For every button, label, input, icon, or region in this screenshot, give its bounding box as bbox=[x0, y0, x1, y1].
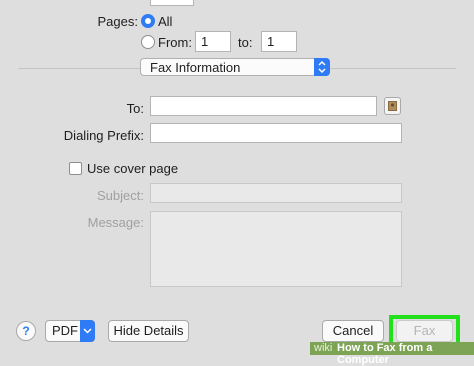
section-popup[interactable]: Fax Information bbox=[140, 58, 330, 76]
use-cover-page-checkbox[interactable] bbox=[69, 162, 82, 175]
pages-from-label: From: bbox=[158, 35, 192, 50]
address-book-icon[interactable] bbox=[384, 97, 401, 115]
help-button[interactable]: ? bbox=[16, 321, 36, 341]
pages-all-radio[interactable] bbox=[141, 14, 155, 28]
watermark-text: How to Fax from a Computer bbox=[337, 342, 433, 366]
cancel-button[interactable]: Cancel bbox=[322, 320, 384, 342]
pdf-menu-button[interactable]: PDF bbox=[45, 320, 95, 342]
subject-label: Subject: bbox=[97, 188, 144, 203]
hide-details-button[interactable]: Hide Details bbox=[108, 320, 189, 342]
pages-all-label: All bbox=[158, 14, 173, 29]
dialing-prefix-field[interactable] bbox=[150, 123, 402, 143]
chevron-updown-icon bbox=[314, 58, 330, 76]
dialing-prefix-label: Dialing Prefix: bbox=[63, 128, 144, 143]
watermark-banner: wiki How to Fax from a Computer bbox=[310, 342, 474, 366]
pages-label: Pages: bbox=[97, 14, 138, 29]
use-cover-page-label: Use cover page bbox=[87, 161, 179, 176]
message-field[interactable] bbox=[150, 211, 402, 287]
pages-from-field[interactable] bbox=[195, 31, 231, 52]
help-label: ? bbox=[22, 324, 30, 338]
fax-button[interactable]: Fax bbox=[396, 320, 453, 342]
message-label: Message: bbox=[87, 215, 144, 230]
to-field[interactable] bbox=[150, 96, 377, 116]
chevron-down-icon bbox=[80, 320, 95, 342]
pages-to-field[interactable] bbox=[261, 31, 297, 52]
subject-field[interactable] bbox=[150, 183, 402, 203]
pages-range-radio[interactable] bbox=[141, 35, 155, 49]
copies-field[interactable] bbox=[150, 0, 194, 6]
to-label: To: bbox=[126, 101, 144, 116]
pdf-label: PDF bbox=[52, 323, 78, 338]
watermark-prefix: wiki bbox=[314, 342, 333, 354]
pages-to-label: to: bbox=[238, 35, 253, 50]
section-popup-label: Fax Information bbox=[150, 60, 241, 75]
